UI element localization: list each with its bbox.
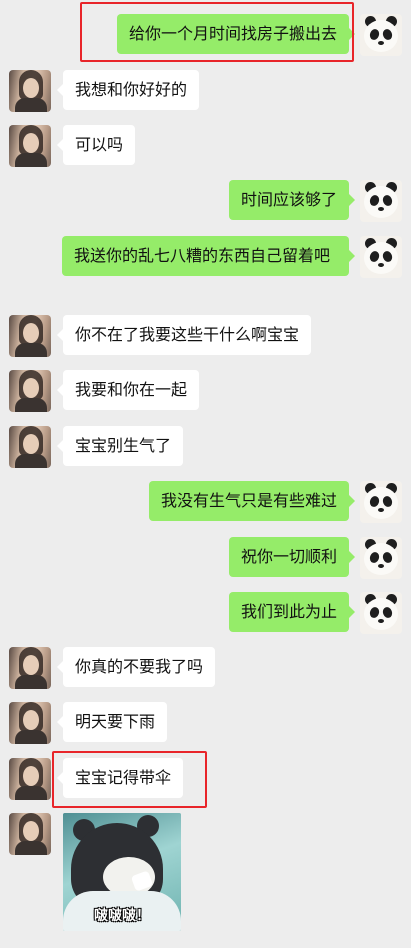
message-bubble-sent[interactable]: 时间应该够了: [228, 180, 356, 220]
sticker-caption: 啵啵啵！: [94, 908, 150, 924]
sticker-image[interactable]: 啵啵啵！: [63, 813, 181, 931]
message-bubble-sent[interactable]: 给你一个月时间找房子搬出去: [116, 14, 356, 54]
message-bubble-sent[interactable]: 我们到此为止: [228, 592, 356, 632]
panda-avatar[interactable]: [360, 481, 402, 523]
message-bubble-received[interactable]: 你真的不要我了吗: [56, 647, 216, 687]
message-bubble-received[interactable]: 宝宝别生气了: [56, 426, 184, 466]
contact-avatar[interactable]: [9, 647, 51, 689]
message-bubble-received[interactable]: 宝宝记得带伞: [56, 758, 184, 798]
panda-avatar[interactable]: [360, 537, 402, 579]
message-bubble-received[interactable]: 明天要下雨: [56, 702, 168, 742]
contact-avatar[interactable]: [9, 813, 51, 855]
message-bubble-received[interactable]: 我要和你在一起: [56, 370, 200, 410]
chat-area: 给你一个月时间找房子搬出去 我想和你好好的 可以吗 时间应该够了 我送你的乱七八…: [0, 0, 411, 948]
message-bubble-received[interactable]: 我想和你好好的: [56, 70, 200, 110]
message-bubble-sent[interactable]: 我送你的乱七八糟的东西自己留着吧: [62, 236, 355, 276]
panda-avatar[interactable]: [360, 236, 402, 278]
message-bubble-received[interactable]: 你不在了我要这些干什么啊宝宝: [56, 315, 312, 355]
message-bubble-sent[interactable]: 祝你一切顺利: [228, 537, 356, 577]
contact-avatar[interactable]: [9, 758, 51, 800]
panda-avatar[interactable]: [360, 14, 402, 56]
contact-avatar[interactable]: [9, 315, 51, 357]
contact-avatar[interactable]: [9, 125, 51, 167]
panda-avatar[interactable]: [360, 180, 402, 222]
contact-avatar[interactable]: [9, 702, 51, 744]
panda-avatar[interactable]: [360, 592, 402, 634]
message-bubble-received[interactable]: 可以吗: [56, 125, 136, 165]
contact-avatar[interactable]: [9, 70, 51, 112]
message-bubble-sent[interactable]: 我没有生气只是有些难过: [148, 481, 356, 521]
contact-avatar[interactable]: [9, 426, 51, 468]
contact-avatar[interactable]: [9, 370, 51, 412]
